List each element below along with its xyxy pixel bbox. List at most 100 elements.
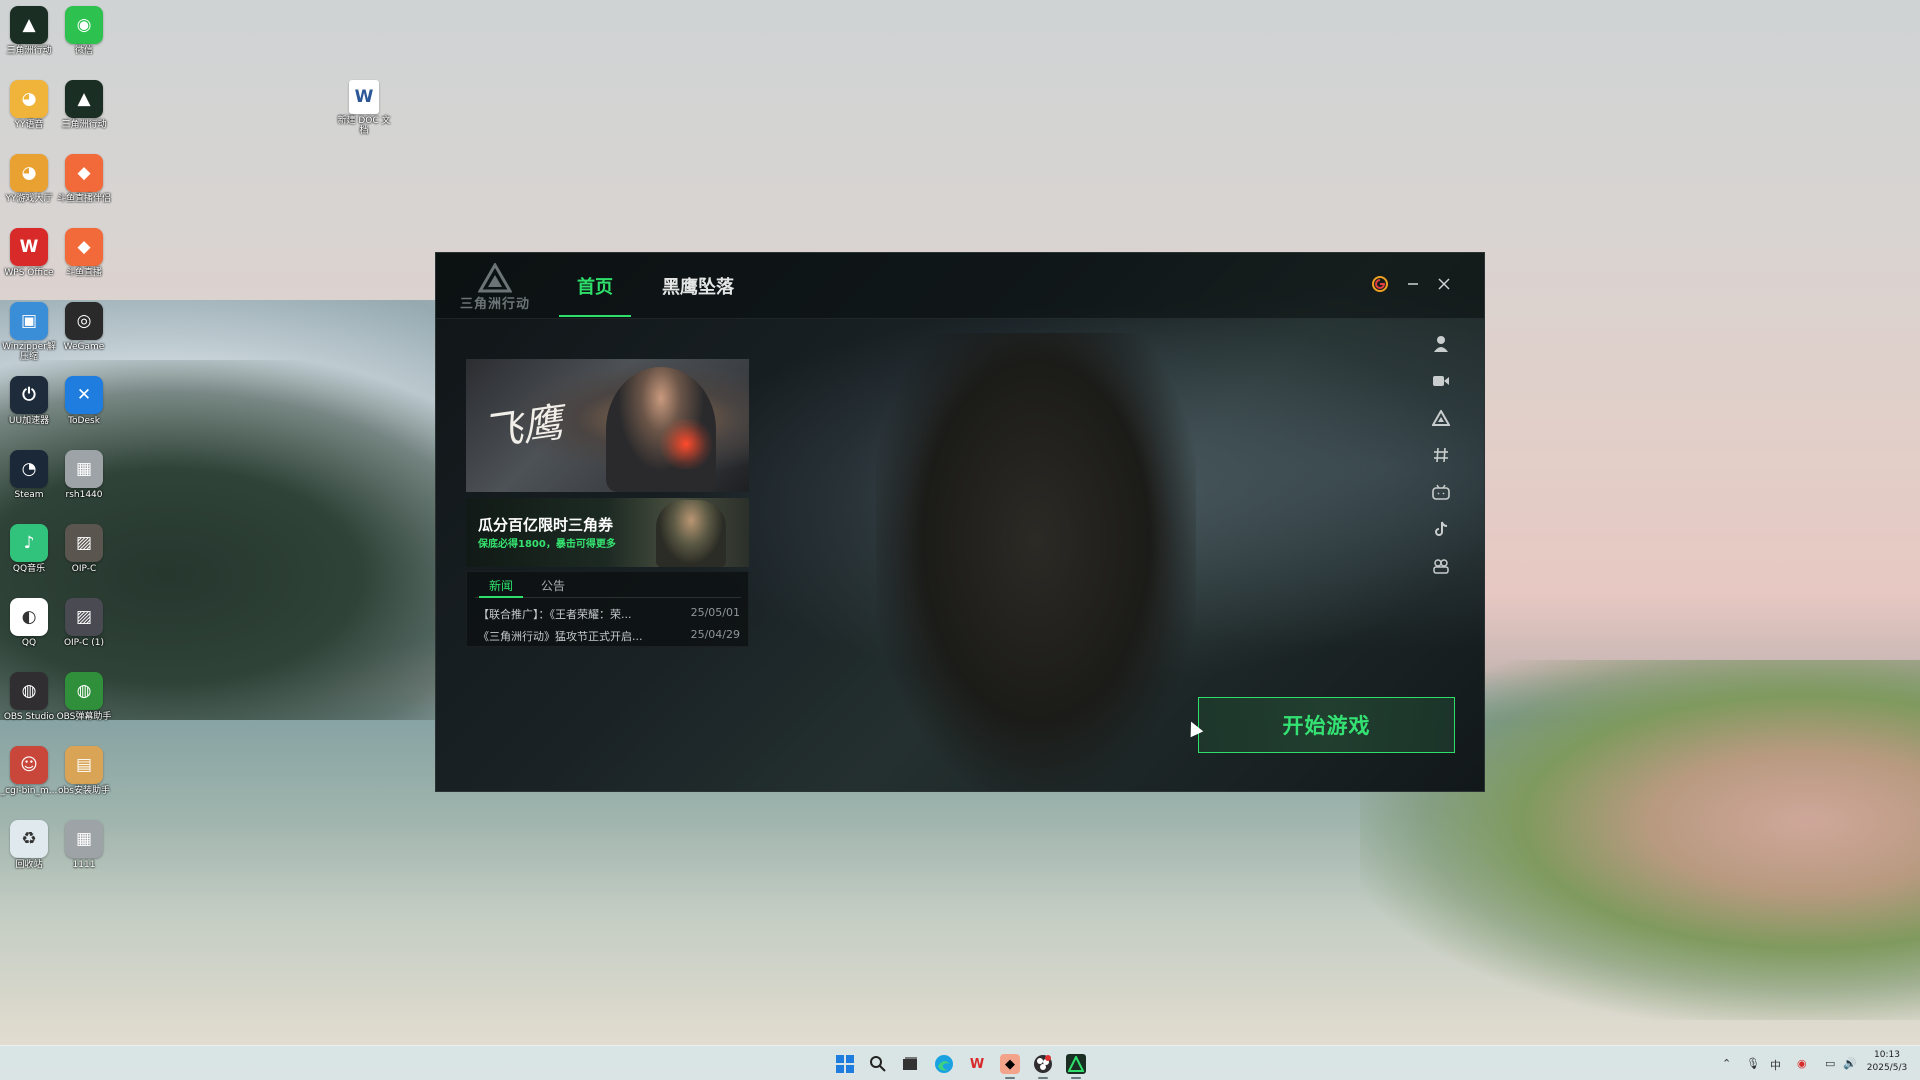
- app-icon: ◕: [10, 80, 48, 118]
- desktop-icon-label: YY游戏大厅: [5, 194, 53, 204]
- desktop-icon-label: 1111: [72, 860, 96, 870]
- desktop-icon[interactable]: ▲ 三角洲行动: [0, 6, 58, 56]
- clock-date: 2025/5/3: [1866, 1063, 1908, 1073]
- desktop-icon[interactable]: ☺ _cgi-bin_m...: [0, 746, 58, 796]
- desktop-icon[interactable]: ◔ Steam: [0, 450, 58, 500]
- windows-start-icon[interactable]: [835, 1054, 855, 1074]
- desktop-icon-label: Winzipper解压缩: [2, 342, 56, 362]
- desktop-icon-label: _cgi-bin_m...: [0, 786, 58, 796]
- desktop-icon-label: WeGame: [63, 342, 105, 352]
- tab-home[interactable]: 首页: [559, 273, 631, 317]
- app-icon: ◍: [65, 672, 103, 710]
- desktop-icon-label: OBS Studio: [3, 712, 55, 722]
- news-title: 【联合推广】：《王者荣耀：荣...: [478, 608, 632, 621]
- minimize-button[interactable]: [1404, 275, 1422, 293]
- desktop-icon[interactable]: ✕ ToDesk: [55, 376, 113, 426]
- app-icon: ☺: [10, 746, 48, 784]
- delta-force-taskbar-icon[interactable]: [1066, 1054, 1086, 1079]
- desktop-icon[interactable]: ▣ Winzipper解压缩: [0, 302, 58, 362]
- desktop-icon-label: 斗鱼直播伴侣: [56, 194, 111, 204]
- desktop-icon[interactable]: ▨ OIP-C: [55, 524, 113, 574]
- douyin-icon[interactable]: [1426, 510, 1456, 547]
- operator-artwork: [656, 500, 726, 567]
- news-title: 《三角洲行动》猛攻节正式开启...: [478, 630, 643, 643]
- desktop-icon-label: 三角洲行动: [6, 46, 52, 56]
- desktop-icon[interactable]: ◉ 微信: [55, 6, 113, 56]
- news-date: 25/05/01: [690, 606, 740, 619]
- desktop-icon[interactable]: ◐ QQ: [0, 598, 58, 648]
- app-icon: ▲: [10, 6, 48, 44]
- news-tabs: 新闻 公告: [475, 572, 741, 598]
- desktop-icon-new-doc[interactable]: W 新建 DOC 文档: [335, 80, 393, 136]
- desktop-icon-label: rsh1440: [65, 490, 103, 500]
- desktop-icon-label: QQ: [21, 638, 37, 648]
- word-doc-icon: W: [349, 80, 379, 114]
- desktop-icon-label: Steam: [14, 490, 44, 500]
- promo-banner-coupon[interactable]: 瓜分百亿限时三角券 保底必得1800，暴击可得更多: [466, 498, 749, 567]
- wps-icon[interactable]: W: [967, 1054, 987, 1074]
- desktop-icon[interactable]: W WPS Office: [0, 228, 58, 278]
- hashtag-icon[interactable]: [1426, 436, 1456, 473]
- desktop-icon[interactable]: ◎ WeGame: [55, 302, 113, 352]
- logo-text: 三角洲行动: [459, 297, 530, 312]
- close-button[interactable]: [1435, 275, 1453, 293]
- desktop-icon-label: YY语音: [14, 120, 44, 130]
- bilibili-icon[interactable]: [1426, 473, 1456, 510]
- banner-calligraphy: 飞鹰: [479, 399, 566, 457]
- search-icon[interactable]: [868, 1054, 888, 1074]
- desktop-icon[interactable]: ♪ QQ音乐: [0, 524, 58, 574]
- desktop-icon[interactable]: ▤ obs安装助手: [55, 746, 113, 796]
- desktop-icon[interactable]: ◆ 斗鱼直播: [55, 228, 113, 278]
- desktop-icon-label: ToDesk: [68, 416, 100, 426]
- video-icon[interactable]: [1426, 362, 1456, 399]
- system-clock[interactable]: 10:13 2025/5/3: [1862, 1049, 1912, 1075]
- community-icon[interactable]: [1426, 547, 1456, 584]
- desktop-icon[interactable]: ◕ YY语音: [0, 80, 58, 130]
- tray-app-icon[interactable]: ◉: [1797, 1057, 1807, 1070]
- desktop-icon[interactable]: ▨ OIP-C (1): [55, 598, 113, 648]
- desktop-icon-label: OIP-C: [71, 564, 97, 574]
- obs-taskbar-icon[interactable]: [1033, 1054, 1053, 1079]
- side-social-bar: [1426, 325, 1456, 584]
- desktop-icon[interactable]: ◍ OBS Studio: [0, 672, 58, 722]
- tab-black-hawk-down[interactable]: 黑鹰坠落: [662, 273, 734, 299]
- tab-news[interactable]: 新闻: [478, 577, 524, 598]
- desktop-icon[interactable]: ▦ 1111: [55, 820, 113, 870]
- desktop-icon-label: OIP-C (1): [63, 638, 105, 648]
- edge-icon[interactable]: [934, 1054, 954, 1074]
- app-icon: ▦: [65, 450, 103, 488]
- app-icon: ⏻: [10, 376, 48, 414]
- wegame-icon[interactable]: [1371, 275, 1389, 293]
- desktop-icon[interactable]: ◕ YY游戏大厅: [0, 154, 58, 204]
- triangle-icon[interactable]: [1426, 399, 1456, 436]
- desktop-icon-label: 回收站: [15, 860, 43, 870]
- game-launcher-window: 三角洲行动 首页 黑鹰坠落 飞鹰 瓜分百亿限时三角券 保底必得1800，暴击可得…: [435, 252, 1485, 792]
- app-icon: ♻: [10, 820, 48, 858]
- tab-notice[interactable]: 公告: [541, 577, 565, 594]
- app-icon: ✕: [65, 376, 103, 414]
- ime-icon[interactable]: 中: [1770, 1057, 1781, 1073]
- desktop-icon[interactable]: ◆ 斗鱼直播伴侣: [55, 154, 113, 204]
- promo-banner-hero[interactable]: 飞鹰: [466, 359, 749, 492]
- desktop-icon[interactable]: ◍ OBS弹幕助手: [55, 672, 113, 722]
- volume-icon[interactable]: 🔊: [1843, 1057, 1857, 1070]
- start-game-button[interactable]: 开始游戏: [1198, 697, 1455, 753]
- app-icon: ◎: [65, 302, 103, 340]
- desktop-icon[interactable]: ♻ 回收站: [0, 820, 58, 870]
- launcher-titlebar: 三角洲行动 首页 黑鹰坠落: [436, 253, 1484, 319]
- app-icon: ♪: [10, 524, 48, 562]
- desktop-icon[interactable]: ▦ rsh1440: [55, 450, 113, 500]
- app-icon: ▨: [65, 524, 103, 562]
- network-icon[interactable]: ▭: [1825, 1057, 1835, 1070]
- desktop-icon[interactable]: ▲ 三角洲行动: [55, 80, 113, 130]
- app-icon: ◕: [10, 154, 48, 192]
- tray-expand-icon[interactable]: ⌃: [1722, 1057, 1731, 1070]
- app-icon: ▦: [65, 820, 103, 858]
- taskbar: W ◆ ⌃ 🎙 中 ◉ ▭ 🔊 10:13 2025/5/3: [0, 1045, 1920, 1080]
- task-view-icon[interactable]: [900, 1054, 920, 1074]
- app-icon: ◉: [65, 6, 103, 44]
- user-icon[interactable]: [1426, 325, 1456, 362]
- desktop-icon[interactable]: ⏻ UU加速器: [0, 376, 58, 426]
- microphone-icon[interactable]: 🎙: [1746, 1057, 1760, 1070]
- douyu-taskbar-icon[interactable]: ◆: [1000, 1054, 1020, 1079]
